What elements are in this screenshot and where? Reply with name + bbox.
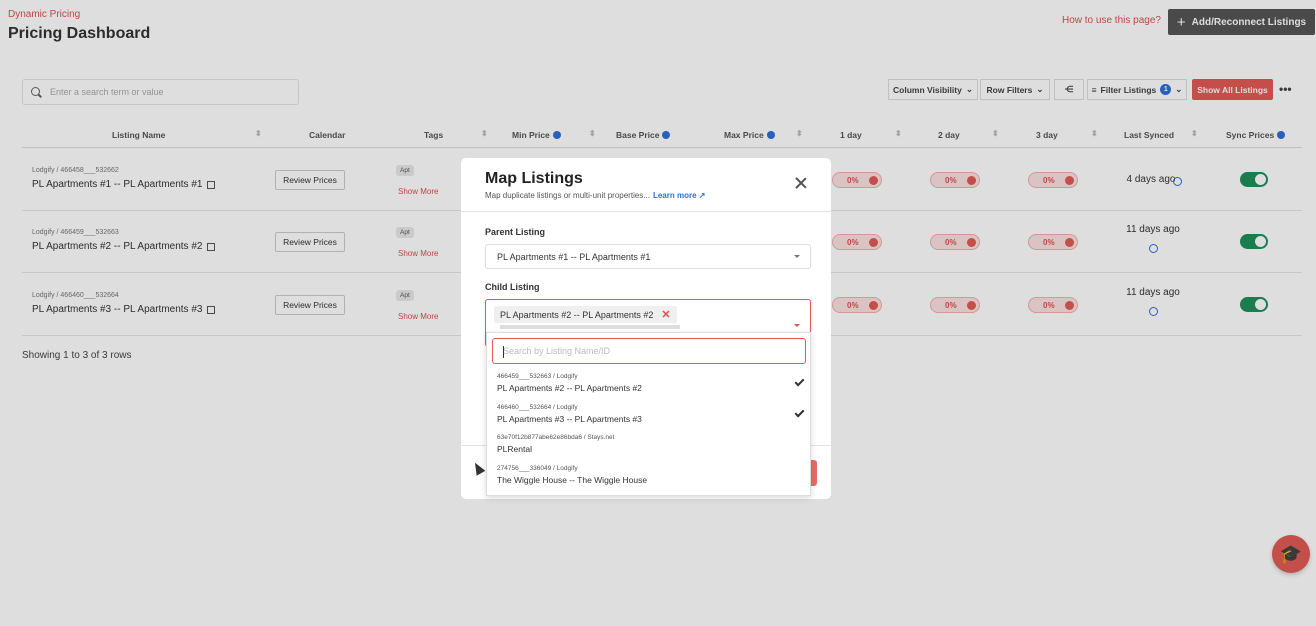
option-id: 466459___532663 / Lodgify xyxy=(497,373,578,380)
option-id: 466460___532664 / Lodgify xyxy=(497,404,578,411)
parent-listing-value: PL Apartments #1 -- PL Apartments #1 xyxy=(497,251,651,262)
dropdown-option[interactable]: 466459___532663 / Lodgify PL Apartments … xyxy=(497,373,805,401)
selected-chip: PL Apartments #2 -- PL Apartments #2 ✕ xyxy=(494,306,677,323)
modal-subtitle: Map duplicate listings or multi-unit pro… xyxy=(485,191,705,200)
option-id: 63e70f12b877abe62e86bda6 / Stays.net xyxy=(497,434,615,441)
dropdown-option[interactable]: 63e70f12b877abe62e86bda6 / Stays.net PLR… xyxy=(497,434,802,462)
option-name: PLRental xyxy=(497,444,532,454)
caret-down-icon[interactable] xyxy=(794,324,800,327)
option-id: 274756___336049 / Lodgify xyxy=(497,465,578,472)
learn-more-link[interactable]: Learn more ↗ xyxy=(653,191,706,200)
listing-search-placeholder: Search by Listing Name/ID xyxy=(503,346,611,356)
option-name: PL Apartments #2 -- PL Apartments #2 xyxy=(497,383,642,393)
child-listing-dropdown: Search by Listing Name/ID 466459___53266… xyxy=(486,332,811,496)
parent-listing-select[interactable]: PL Apartments #1 -- PL Apartments #1 xyxy=(485,244,811,269)
remove-chip-icon[interactable]: ✕ xyxy=(661,308,670,321)
checkmark-icon xyxy=(794,376,805,387)
parent-listing-label: Parent Listing xyxy=(485,227,546,237)
option-name: PL Apartments #3 -- PL Apartments #3 xyxy=(497,414,642,424)
divider xyxy=(461,211,831,212)
external-link-icon: ↗ xyxy=(698,191,706,200)
child-listing-label: Child Listing xyxy=(485,282,540,292)
modal-subtitle-text: Map duplicate listings or multi-unit pro… xyxy=(485,191,650,200)
listing-search-input[interactable]: Search by Listing Name/ID xyxy=(492,338,806,364)
caret-down-icon xyxy=(794,255,800,258)
selected-chip-partial xyxy=(500,325,680,329)
dropdown-option[interactable]: 274756___336049 / Lodgify The Wiggle Hou… xyxy=(497,465,802,493)
option-name: The Wiggle House -- The Wiggle House xyxy=(497,475,648,485)
chip-label: PL Apartments #2 -- PL Apartments #2 xyxy=(500,309,654,320)
text-cursor xyxy=(503,346,504,358)
learn-more-label: Learn more xyxy=(652,191,697,200)
checkmark-icon xyxy=(794,407,805,418)
modal-title: Map Listings xyxy=(485,170,583,187)
dropdown-option[interactable]: 466460___532664 / Lodgify PL Apartments … xyxy=(497,404,805,432)
close-icon[interactable] xyxy=(794,176,808,190)
